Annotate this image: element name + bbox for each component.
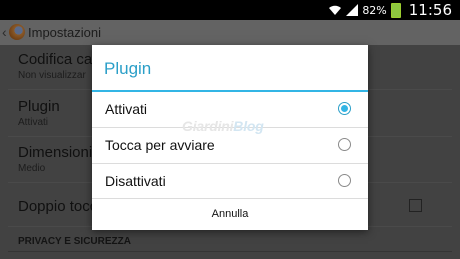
battery-percent: 82% xyxy=(362,3,387,17)
cancel-button[interactable]: Annulla xyxy=(92,199,368,230)
dialog-title: Plugin xyxy=(104,59,152,78)
doppio-tocco-checkbox[interactable] xyxy=(409,199,422,212)
radio-unselected-icon[interactable] xyxy=(338,138,351,151)
option-label: Disattivati xyxy=(105,173,166,189)
firefox-logo-icon[interactable] xyxy=(9,24,25,40)
option-disattivati[interactable]: Disattivati xyxy=(92,164,368,199)
setting-summary: Attivati xyxy=(18,117,49,128)
back-icon[interactable]: ‹ xyxy=(2,24,7,40)
status-bar: 82% 11:56 xyxy=(0,0,460,20)
option-label: Tocca per avviare xyxy=(105,137,215,153)
action-bar: ‹ Impostazioni xyxy=(0,20,460,45)
section-divider xyxy=(8,251,452,252)
plugin-dialog: Plugin Attivati Tocca per avviare Disatt… xyxy=(92,45,368,230)
clock: 11:56 xyxy=(408,1,452,19)
watermark-part2: Blog xyxy=(233,118,264,134)
watermark-part1: Giardini xyxy=(182,118,234,134)
setting-title: Plugin xyxy=(18,98,60,115)
wifi-icon xyxy=(329,5,342,15)
section-header-privacy: PRIVACY E SICUREZZA xyxy=(18,236,131,247)
option-label: Attivati xyxy=(105,101,148,117)
watermark: GiardiniBlog xyxy=(182,118,264,134)
setting-item-plugin[interactable]: Plugin Attivati xyxy=(18,98,60,128)
radio-unselected-icon[interactable] xyxy=(338,174,351,187)
signal-icon xyxy=(346,4,359,16)
page-title: Impostazioni xyxy=(28,25,101,40)
radio-selected-icon[interactable] xyxy=(338,102,351,115)
status-icons: 82% 11:56 xyxy=(328,0,452,20)
battery-icon xyxy=(390,2,401,18)
